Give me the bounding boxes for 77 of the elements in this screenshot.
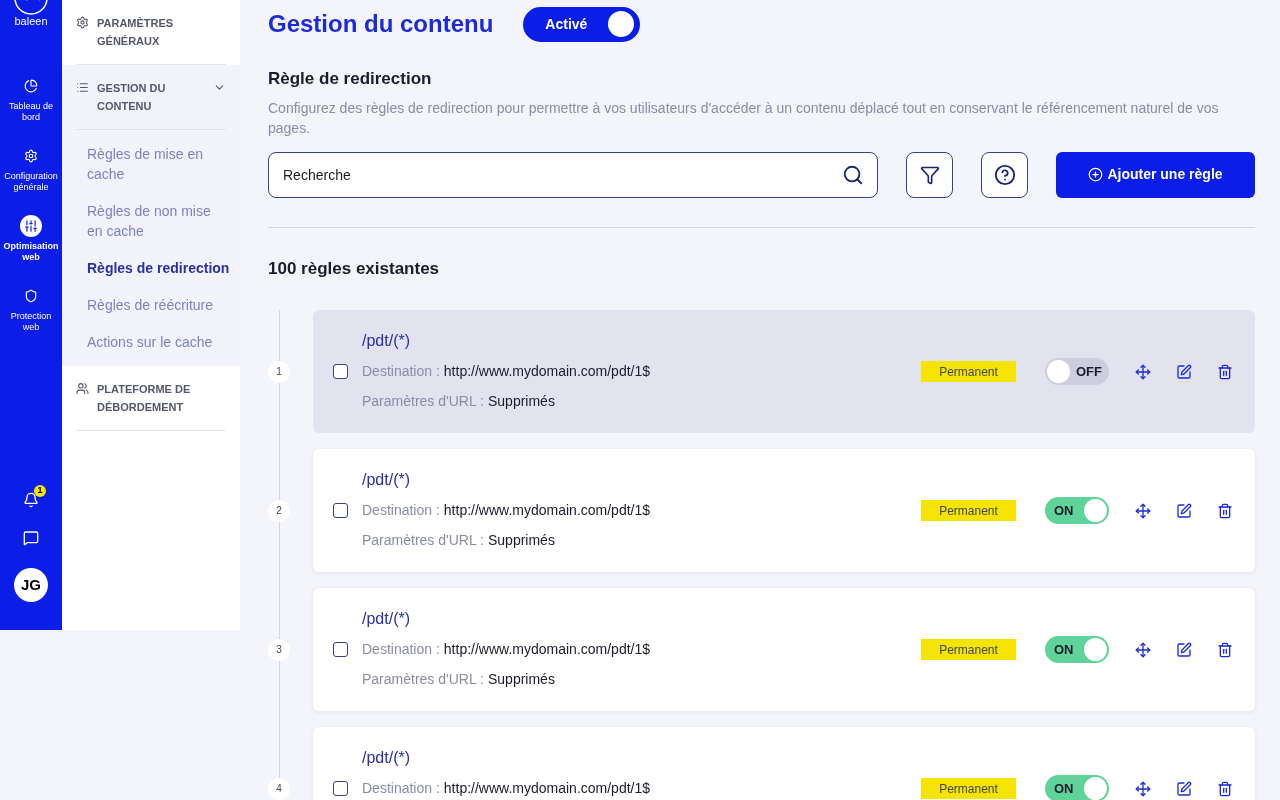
rule-number: 2 xyxy=(268,499,290,522)
rule-toggle[interactable]: ON xyxy=(1045,497,1109,524)
plus-icon xyxy=(1088,167,1104,182)
permanent-tag: Permanent xyxy=(921,500,1016,521)
rule-path: /pdt/(*) xyxy=(362,471,411,489)
rule-path: /pdt/(*) xyxy=(362,332,411,350)
sidebar-link[interactable]: Règles de redirection xyxy=(87,258,230,278)
move-button[interactable] xyxy=(1135,502,1151,519)
move-button[interactable] xyxy=(1135,641,1151,658)
rail-item[interactable]: Tableau de bord xyxy=(0,75,62,123)
move-button[interactable] xyxy=(1135,363,1151,380)
rail-item[interactable]: Protection web xyxy=(0,285,62,333)
edit-button[interactable] xyxy=(1176,502,1192,519)
search-field[interactable]: Recherche xyxy=(268,151,878,198)
destination-label: Destination : xyxy=(362,779,440,797)
edit-button[interactable] xyxy=(1176,780,1192,797)
notifications-button[interactable]: 1 xyxy=(16,485,46,508)
list-icon xyxy=(76,81,89,94)
sidebar-section[interactable]: PARAMÈTRES GÉNÉRAUX xyxy=(76,0,226,64)
chat-button[interactable] xyxy=(23,530,39,546)
edit-button[interactable] xyxy=(1176,641,1192,658)
move-button[interactable] xyxy=(1135,780,1151,797)
filter-icon xyxy=(919,164,940,185)
section-title: Règle de redirection xyxy=(268,68,433,90)
search-icon xyxy=(842,163,864,186)
delete-button[interactable] xyxy=(1217,780,1233,797)
checkbox[interactable] xyxy=(333,781,348,796)
rule-toggle[interactable]: OFF xyxy=(1045,358,1109,385)
destination-url: http://www.mydomain.com/pdt/1$ xyxy=(443,640,651,658)
avatar[interactable]: JG xyxy=(14,568,48,602)
sidebar-section[interactable]: GESTION DU CONTENU xyxy=(76,65,226,129)
rule-count: 100 règles existantes xyxy=(268,257,441,280)
filter-button[interactable] xyxy=(906,151,953,198)
help-button[interactable] xyxy=(981,151,1028,198)
edit-button[interactable] xyxy=(1176,363,1192,380)
destination-url: http://www.mydomain.com/pdt/1$ xyxy=(443,362,651,380)
rule-number: 3 xyxy=(268,638,290,661)
rail-item[interactable]: Configuration générale xyxy=(0,145,62,193)
active-toggle[interactable]: Activé xyxy=(523,6,641,42)
settings-icon xyxy=(76,16,89,29)
rail-item[interactable]: Optimisation web xyxy=(0,215,62,263)
logo-text: baleen xyxy=(14,16,48,27)
help-icon xyxy=(993,163,1016,186)
destination-label: Destination : xyxy=(362,501,440,519)
sliders-icon xyxy=(20,215,42,237)
delete-button[interactable] xyxy=(1217,502,1233,519)
destination-label: Destination : xyxy=(362,640,440,658)
rule-number: 1 xyxy=(268,360,290,383)
params-label: Paramètres d'URL : xyxy=(362,531,484,549)
rule-toggle[interactable]: ON xyxy=(1045,775,1109,800)
rule-number: 4 xyxy=(268,777,290,800)
checkbox[interactable] xyxy=(333,503,348,518)
notification-count: 1 xyxy=(34,485,46,497)
permanent-tag: Permanent xyxy=(921,778,1016,799)
section-description: Configurez des règles de redirection pour permettre à vos utilisateurs d'accéder à un contenu déplacé tout en conservant le référencement naturel de vos pages. xyxy=(268,98,1220,138)
checkbox[interactable] xyxy=(333,642,348,657)
destination-url: http://www.mydomain.com/pdt/1$ xyxy=(443,501,651,519)
add-rule-button[interactable]: Ajouter une règle xyxy=(1056,151,1255,198)
users-icon xyxy=(76,382,89,395)
bell-icon xyxy=(23,492,39,508)
rule-toggle[interactable]: ON xyxy=(1045,636,1109,663)
params-value: Supprimés xyxy=(488,670,555,688)
permanent-tag: Permanent xyxy=(921,361,1016,382)
permanent-tag: Permanent xyxy=(921,639,1016,660)
page-title: Gestion du contenu xyxy=(268,9,494,39)
checkbox[interactable] xyxy=(333,364,348,379)
rule-path: /pdt/(*) xyxy=(362,749,411,767)
rule-path: /pdt/(*) xyxy=(362,610,411,628)
destination-url: http://www.mydomain.com/pdt/1$ xyxy=(443,779,651,797)
params-label: Paramètres d'URL : xyxy=(362,670,484,688)
sidebar-section[interactable]: PLATEFORME DE DÉBORDEMENT xyxy=(76,366,226,430)
params-value: Supprimés xyxy=(488,392,555,410)
delete-button[interactable] xyxy=(1217,363,1233,380)
delete-button[interactable] xyxy=(1217,641,1233,658)
params-value: Supprimés xyxy=(488,531,555,549)
destination-label: Destination : xyxy=(362,362,440,380)
params-label: Paramètres d'URL : xyxy=(362,392,484,410)
